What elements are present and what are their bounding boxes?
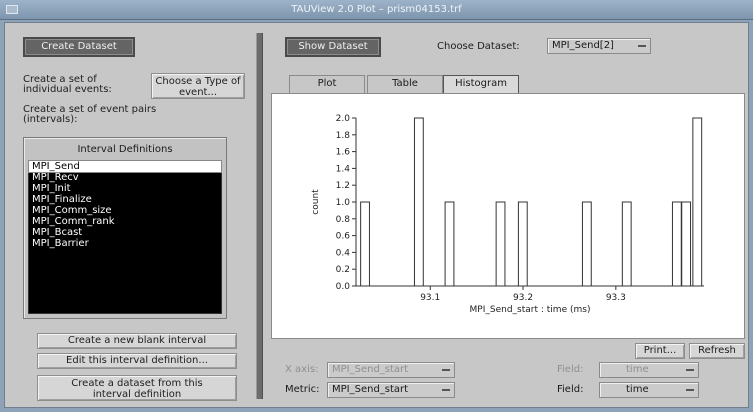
interval-definitions-group: Interval Definitions MPI_Send MPI_Recv MPI…	[23, 137, 227, 319]
tab-histogram[interactable]: Histogram	[443, 75, 519, 93]
interval-list-item[interactable]: MPI_Comm_size	[29, 205, 221, 216]
create-dataset-panel: Create Dataset Create a set of individua…	[15, 29, 251, 401]
create-dataset-from-interval-button[interactable]: Create a dataset from this interval defi…	[37, 375, 237, 401]
x-axis-title: MPI_Send_start : time (ms)	[470, 305, 591, 315]
metric-dropdown[interactable]: MPI_Send_start	[327, 382, 455, 398]
histogram-bar	[495, 201, 506, 287]
interval-definitions-list[interactable]: MPI_Send MPI_Recv MPI_Init MPI_Finalize MPI_…	[28, 160, 222, 314]
y-tick-label: 2.0	[336, 114, 351, 124]
y-tick-label: 1.6	[336, 148, 351, 158]
y-tick-label: 0.0	[336, 282, 351, 292]
histogram-bar	[581, 201, 592, 287]
x-axis-field-label: Field:	[557, 364, 584, 375]
create-dataset-header: Create Dataset	[23, 37, 135, 57]
metric-label: Metric:	[285, 384, 320, 395]
metric-field-value: time	[626, 384, 649, 395]
metric-value: MPI_Send_start	[332, 384, 409, 395]
x-axis-field-value: time	[626, 364, 649, 375]
y-tick-label: 0.6	[336, 232, 351, 242]
x-tick-label: 93.3	[606, 293, 626, 303]
y-tick-label: 1.8	[336, 131, 351, 141]
interval-list-item[interactable]: MPI_Barrier	[29, 238, 221, 249]
y-tick-label: 0.4	[336, 248, 351, 258]
histogram-chart: 0.0 0.2 0.4 0.6 0.8 1.0 1.2 1.4 1.6 1.8 2.0 93.1 93.…	[311, 114, 704, 315]
interval-definitions-title: Interval Definitions	[77, 144, 173, 155]
show-dataset-header: Show Dataset	[285, 37, 381, 57]
histogram-bar	[517, 201, 528, 287]
interval-list-item[interactable]: MPI_Send	[28, 160, 222, 173]
panel-divider[interactable]	[256, 33, 263, 399]
histogram-bar	[692, 117, 703, 287]
y-tick-label: 1.0	[336, 198, 351, 208]
dropdown-arrow-icon	[442, 369, 450, 371]
create-new-interval-button[interactable]: Create a new blank interval	[37, 333, 237, 349]
histogram-bar	[681, 201, 692, 287]
histogram-bar	[360, 201, 370, 287]
histogram-bar	[444, 201, 455, 287]
event-pairs-label: Create a set of event pairs (intervals):	[23, 104, 157, 125]
choose-dataset-label: Choose Dataset:	[437, 41, 520, 52]
metric-field-dropdown[interactable]: time	[599, 382, 699, 398]
window-title: TAUView 2.0 Plot – prism04153.trf	[291, 4, 462, 15]
interval-list-item[interactable]: MPI_Init	[29, 183, 221, 194]
x-axis-value: MPI_Send_start	[332, 364, 409, 375]
window-titlebar: TAUView 2.0 Plot – prism04153.trf	[0, 0, 753, 20]
x-axis-field-dropdown: time	[599, 362, 699, 378]
x-tick-label: 93.1	[420, 293, 440, 303]
histogram-bar	[621, 201, 632, 287]
interval-list-item[interactable]: MPI_Bcast	[29, 227, 221, 238]
dropdown-arrow-icon	[686, 389, 694, 391]
y-tick-label: 1.2	[336, 181, 350, 191]
x-axis-dropdown: MPI_Send_start	[327, 362, 455, 378]
y-tick-label: 0.2	[336, 265, 350, 275]
tab-table[interactable]: Table	[367, 75, 443, 93]
show-dataset-panel: Show Dataset Choose Dataset: MPI_Send[2]…	[271, 29, 745, 401]
edit-interval-button[interactable]: Edit this interval definition...	[37, 353, 237, 369]
interval-list-item[interactable]: MPI_Comm_rank	[29, 216, 221, 227]
interval-list-item[interactable]: MPI_Finalize	[29, 194, 221, 205]
choose-dataset-dropdown[interactable]: MPI_Send[2]	[547, 38, 651, 54]
window-menu-icon[interactable]	[6, 5, 18, 14]
y-axis-title: count	[311, 189, 321, 215]
dropdown-arrow-icon	[686, 369, 694, 371]
print-button[interactable]: Print...	[635, 343, 685, 359]
dropdown-arrow-icon	[638, 45, 646, 47]
choose-event-type-button[interactable]: Choose a Type of event...	[151, 73, 245, 99]
main-frame: Create Dataset Create a set of individua…	[4, 22, 749, 408]
y-tick-label: 0.8	[336, 215, 351, 225]
metric-field-label: Field:	[557, 384, 584, 395]
tab-plot[interactable]: Plot	[289, 75, 365, 93]
x-axis-label: X axis:	[285, 364, 319, 375]
interval-list-item[interactable]: MPI_Recv	[29, 172, 221, 183]
dropdown-arrow-icon	[442, 389, 450, 391]
y-tick-label: 1.4	[336, 164, 351, 174]
histogram-bar	[413, 117, 424, 287]
x-tick-label: 93.2	[513, 293, 533, 303]
histogram-plot-area: 0.0 0.2 0.4 0.6 0.8 1.0 1.2 1.4 1.6 1.8 2.0 93.1 93.…	[271, 93, 745, 339]
choose-dataset-value: MPI_Send[2]	[552, 40, 614, 51]
individual-events-label: Create a set of individual events:	[23, 74, 112, 95]
refresh-button[interactable]: Refresh	[689, 343, 745, 359]
histogram-bar	[671, 201, 682, 287]
